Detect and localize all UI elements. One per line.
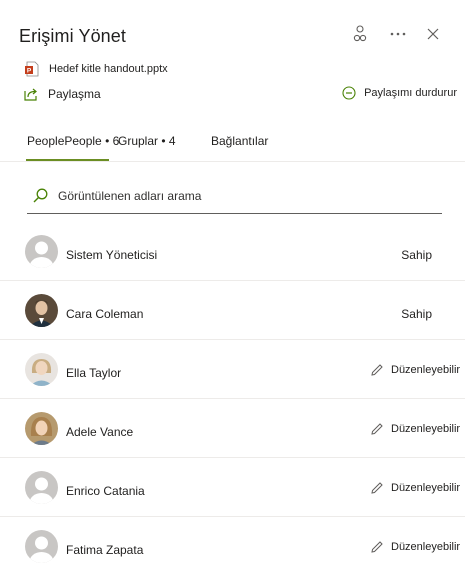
share-label: Paylaşma: [48, 87, 101, 101]
tab-people[interactable]: PeoplePeople • 6: [27, 134, 119, 148]
share-button[interactable]: Paylaşma: [24, 87, 101, 101]
default-avatar-icon: [25, 235, 58, 268]
manage-access-panel: Erişimi Yönet P Hedef kitle handout.pptx: [0, 0, 465, 571]
share-icon: [24, 88, 37, 101]
list-item[interactable]: Fatima Zapata Düzenleyebilir: [0, 517, 465, 571]
tab-bar: PeoplePeople • 6 Gruplar • 4 Bağlantılar: [0, 128, 465, 162]
active-tab-indicator: [26, 159, 109, 161]
permission-label: Düzenleyebilir: [391, 482, 461, 494]
search-input[interactable]: Görüntülenen adları arama: [27, 178, 442, 214]
person-name: Cara Coleman: [66, 307, 144, 321]
person-name: Enrico Catania: [66, 484, 145, 498]
pencil-icon: [371, 482, 383, 494]
copy-link-icon[interactable]: [350, 24, 370, 44]
panel-title: Erişimi Yönet: [19, 26, 127, 46]
permission-dropdown[interactable]: Düzenleyebilir: [370, 481, 460, 495]
avatar: [25, 353, 58, 386]
permission-dropdown[interactable]: Düzenleyebilir: [370, 540, 460, 554]
link-glyph: [353, 25, 367, 42]
default-avatar-icon: [25, 530, 58, 563]
permission-label: Sahip: [401, 307, 432, 321]
stop-sharing-label: Paylaşımı durdurur: [364, 87, 457, 99]
pencil-icon: [371, 541, 383, 553]
permission-label: Sahip: [401, 248, 432, 262]
person-name: Ella Taylor: [66, 366, 122, 380]
list-item[interactable]: Sistem Yöneticisi Sahip: [0, 222, 465, 281]
list-item[interactable]: Cara Coleman Sahip: [0, 281, 465, 340]
pencil-icon: [371, 423, 383, 435]
person-name: Fatima Zapata: [66, 543, 144, 557]
list-item[interactable]: Adele Vance Düzenleyebilir: [0, 399, 465, 458]
avatar: [25, 294, 58, 327]
list-item[interactable]: Ella Taylor Düzenleyebilir: [0, 340, 465, 399]
stop-sharing-button[interactable]: Paylaşımı durdurur: [342, 86, 457, 100]
permission-label: Düzenleyebilir: [391, 364, 461, 376]
file-name: Hedef kitle handout.pptx: [49, 63, 168, 75]
tab-groups[interactable]: Gruplar • 4: [118, 134, 176, 148]
permission-dropdown[interactable]: Düzenleyebilir: [370, 363, 460, 377]
permission-label: Düzenleyebilir: [391, 541, 461, 553]
tab-links[interactable]: Bağlantılar: [211, 134, 268, 148]
default-avatar-icon: [25, 471, 58, 504]
person-name: Sistem Yöneticisi: [66, 248, 158, 262]
permission-label: Düzenleyebilir: [391, 423, 461, 435]
file-info: P Hedef kitle handout.pptx: [24, 61, 168, 77]
search-icon: [33, 188, 48, 203]
avatar: [25, 412, 58, 445]
list-item[interactable]: Enrico Catania Düzenleyebilir: [0, 458, 465, 517]
svg-text:P: P: [27, 68, 32, 75]
person-name: Adele Vance: [66, 425, 134, 439]
pencil-icon: [371, 364, 383, 376]
permission-dropdown[interactable]: Düzenleyebilir: [370, 422, 460, 436]
powerpoint-file-icon: P: [25, 61, 39, 77]
search-placeholder: Görüntülenen adları arama: [58, 188, 202, 203]
minus-circle-icon: [342, 86, 356, 100]
close-icon[interactable]: [423, 24, 443, 44]
more-options-icon[interactable]: [388, 24, 408, 44]
